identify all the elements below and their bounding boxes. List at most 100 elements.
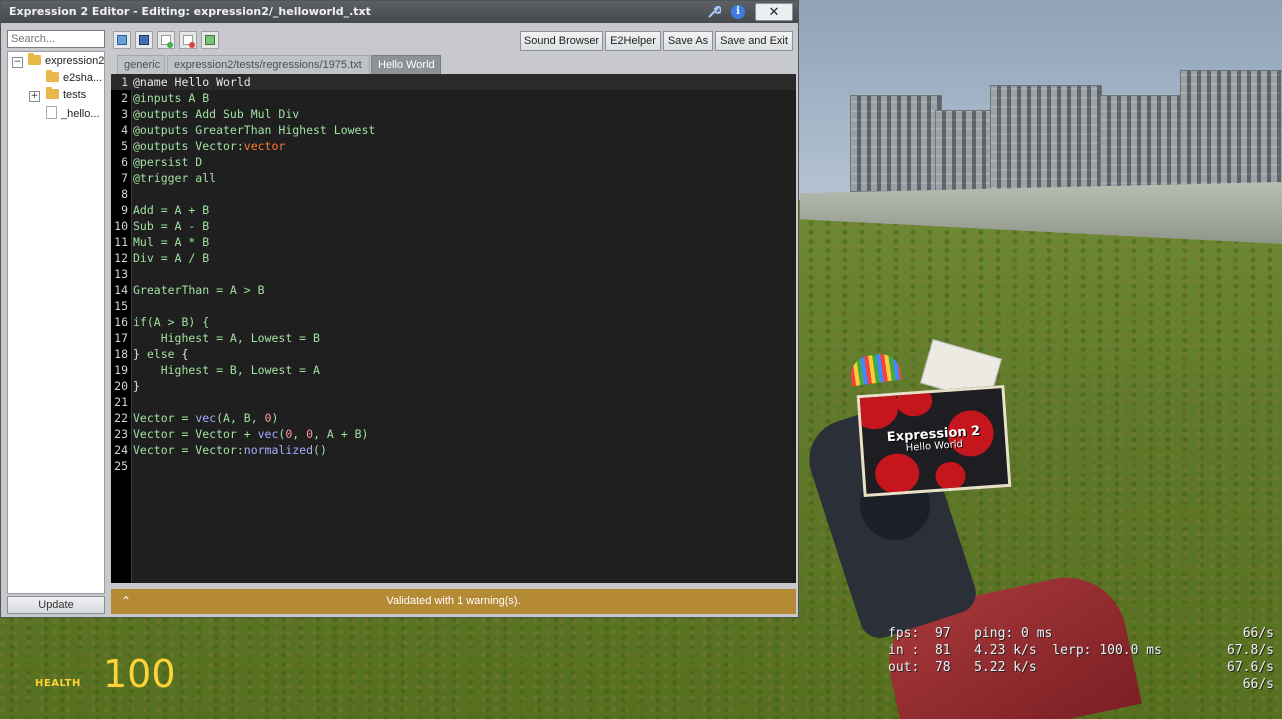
code-token: normalized: [243, 443, 314, 457]
code-text: Highest = A, Lowest = B: [133, 330, 320, 346]
code-line[interactable]: 7 @trigger all: [111, 170, 796, 186]
save-and-exit-button[interactable]: Save and Exit: [715, 31, 793, 51]
code-text: Vector = Vector + vec(0, 0, A + B): [133, 426, 368, 442]
code-token: @outputs Vector:: [133, 139, 244, 153]
code-line[interactable]: 15: [111, 298, 796, 314]
code-text: @name Hello World: [133, 74, 251, 90]
code-editor[interactable]: 1 @name Hello World 2 @inputs A B 3 @outputs …: [111, 74, 796, 583]
close-file-icon[interactable]: [179, 31, 197, 49]
tree-item-expression2[interactable]: expression2: [28, 53, 104, 71]
line-number: 17: [114, 331, 128, 345]
code-token: (A > B) {: [146, 315, 210, 329]
update-button[interactable]: Update: [7, 596, 105, 614]
search-input[interactable]: [7, 30, 105, 48]
code-line[interactable]: 22 Vector = vec(A, B, 0): [111, 410, 796, 426]
code-line[interactable]: 18} else {: [111, 346, 796, 362]
code-token: {: [174, 347, 189, 361]
code-line[interactable]: 5 @outputs Vector:vector: [111, 138, 796, 154]
code-line[interactable]: 8: [111, 186, 796, 202]
chevron-up-icon[interactable]: ⌃: [121, 589, 131, 614]
code-token: Highest = A, Lowest = B: [133, 331, 320, 345]
code-line[interactable]: 3 @outputs Add Sub Mul Div: [111, 106, 796, 122]
tree-item-tests[interactable]: tests: [46, 87, 87, 105]
sound-browser-button[interactable]: Sound Browser: [520, 31, 603, 51]
net-graph-rate: 67.6/s: [1227, 660, 1274, 675]
code-text: @inputs A B: [133, 90, 209, 106]
line-number: 1: [121, 75, 128, 89]
code-token: @outputs GreaterThan Highest Lowest: [133, 123, 376, 137]
line-number: 6: [121, 155, 128, 169]
folder-icon: [46, 70, 59, 82]
new-file-icon[interactable]: [157, 31, 175, 49]
line-number: 4: [121, 123, 128, 137]
code-line[interactable]: 21: [111, 394, 796, 410]
tab-generic[interactable]: generic: [117, 55, 165, 74]
code-line[interactable]: 20}: [111, 378, 796, 394]
validation-status-bar[interactable]: ⌃ Validated with 1 warning(s).: [111, 589, 796, 614]
expand-icon[interactable]: +: [29, 91, 40, 102]
e2helper-button[interactable]: E2Helper: [605, 31, 661, 51]
tab-1975[interactable]: expression2/tests/regressions/1975.txt: [167, 55, 370, 74]
expression2-editor-window: Expression 2 Editor - Editing: expressio…: [0, 0, 799, 618]
title-bar[interactable]: Expression 2 Editor - Editing: expressio…: [1, 1, 798, 23]
net-graph-rate: 66/s: [1242, 626, 1274, 641]
tree-item-e2shared[interactable]: e2sha...: [46, 70, 103, 88]
code-line[interactable]: 17 Highest = A, Lowest = B: [111, 330, 796, 346]
code-token: vec: [195, 411, 217, 425]
collapse-icon[interactable]: −: [12, 57, 23, 68]
line-number: 16: [114, 315, 128, 329]
code-line[interactable]: 9 Add = A + B: [111, 202, 796, 218]
code-line[interactable]: 16 if(A > B) {: [111, 314, 796, 330]
close-button[interactable]: ✕: [755, 3, 793, 21]
net-graph-left: fps: 97 ping: 0 ms: [888, 626, 1053, 641]
line-number: 7: [121, 171, 128, 185]
code-token: @trigger all: [133, 171, 217, 185]
net-graph-row: in : 81 4.23 k/s lerp: 100.0 ms 67.8/s: [888, 642, 1278, 659]
tree-item-label: e2sha...: [63, 72, 103, 84]
info-icon[interactable]: i: [729, 3, 747, 21]
health-label: HEALTH: [35, 678, 81, 689]
code-token: ,: [292, 427, 307, 441]
code-line[interactable]: 6 @persist D: [111, 154, 796, 170]
code-text: @persist D: [133, 154, 202, 170]
tab-hello-world[interactable]: Hello World: [371, 55, 441, 74]
code-token: Mul = A * B: [133, 235, 210, 249]
code-line[interactable]: 23 Vector = Vector + vec(0, 0, A + B): [111, 426, 796, 442]
code-line[interactable]: 10 Sub = A - B: [111, 218, 796, 234]
save-as-button[interactable]: Save As: [663, 31, 713, 51]
code-line[interactable]: 14 GreaterThan = A > B: [111, 282, 796, 298]
code-text: }: [133, 378, 140, 394]
code-token: (A, B,: [216, 411, 265, 425]
code-token: Sub = A - B: [133, 219, 210, 233]
code-text: Sub = A - B: [133, 218, 209, 234]
code-line[interactable]: 2 @inputs A B: [111, 90, 796, 106]
building: [850, 95, 942, 192]
code-line[interactable]: 19 Highest = B, Lowest = A: [111, 362, 796, 378]
tree-item-label: tests: [63, 89, 87, 101]
code-text: if(A > B) {: [133, 314, 209, 330]
code-token: ): [271, 411, 279, 425]
code-token: else: [146, 347, 175, 361]
code-text: Highest = B, Lowest = A: [133, 362, 320, 378]
folder-icon: [46, 87, 59, 99]
open-folder-icon[interactable]: [113, 31, 131, 49]
code-text: @trigger all: [133, 170, 216, 186]
save-icon[interactable]: [135, 31, 153, 49]
line-number: 25: [114, 459, 128, 473]
wrench-icon[interactable]: [705, 3, 723, 21]
code-line[interactable]: 4 @outputs GreaterThan Highest Lowest: [111, 122, 796, 138]
code-text: } else {: [133, 346, 188, 362]
code-text: @outputs Add Sub Mul Div: [133, 106, 299, 122]
code-line[interactable]: 1 @name Hello World: [111, 74, 796, 90]
code-token: if: [133, 315, 147, 329]
code-line[interactable]: 24 Vector = Vector:normalized(): [111, 442, 796, 458]
code-line[interactable]: 11 Mul = A * B: [111, 234, 796, 250]
line-number: 14: [114, 283, 128, 297]
code-token: (): [313, 443, 327, 457]
code-line[interactable]: 12 Div = A / B: [111, 250, 796, 266]
code-token: Div = A / B: [133, 251, 210, 265]
code-line[interactable]: 25: [111, 458, 796, 474]
reload-icon[interactable]: [201, 31, 219, 49]
tree-item-helloworld[interactable]: _hello...: [46, 106, 100, 122]
code-line[interactable]: 13: [111, 266, 796, 282]
